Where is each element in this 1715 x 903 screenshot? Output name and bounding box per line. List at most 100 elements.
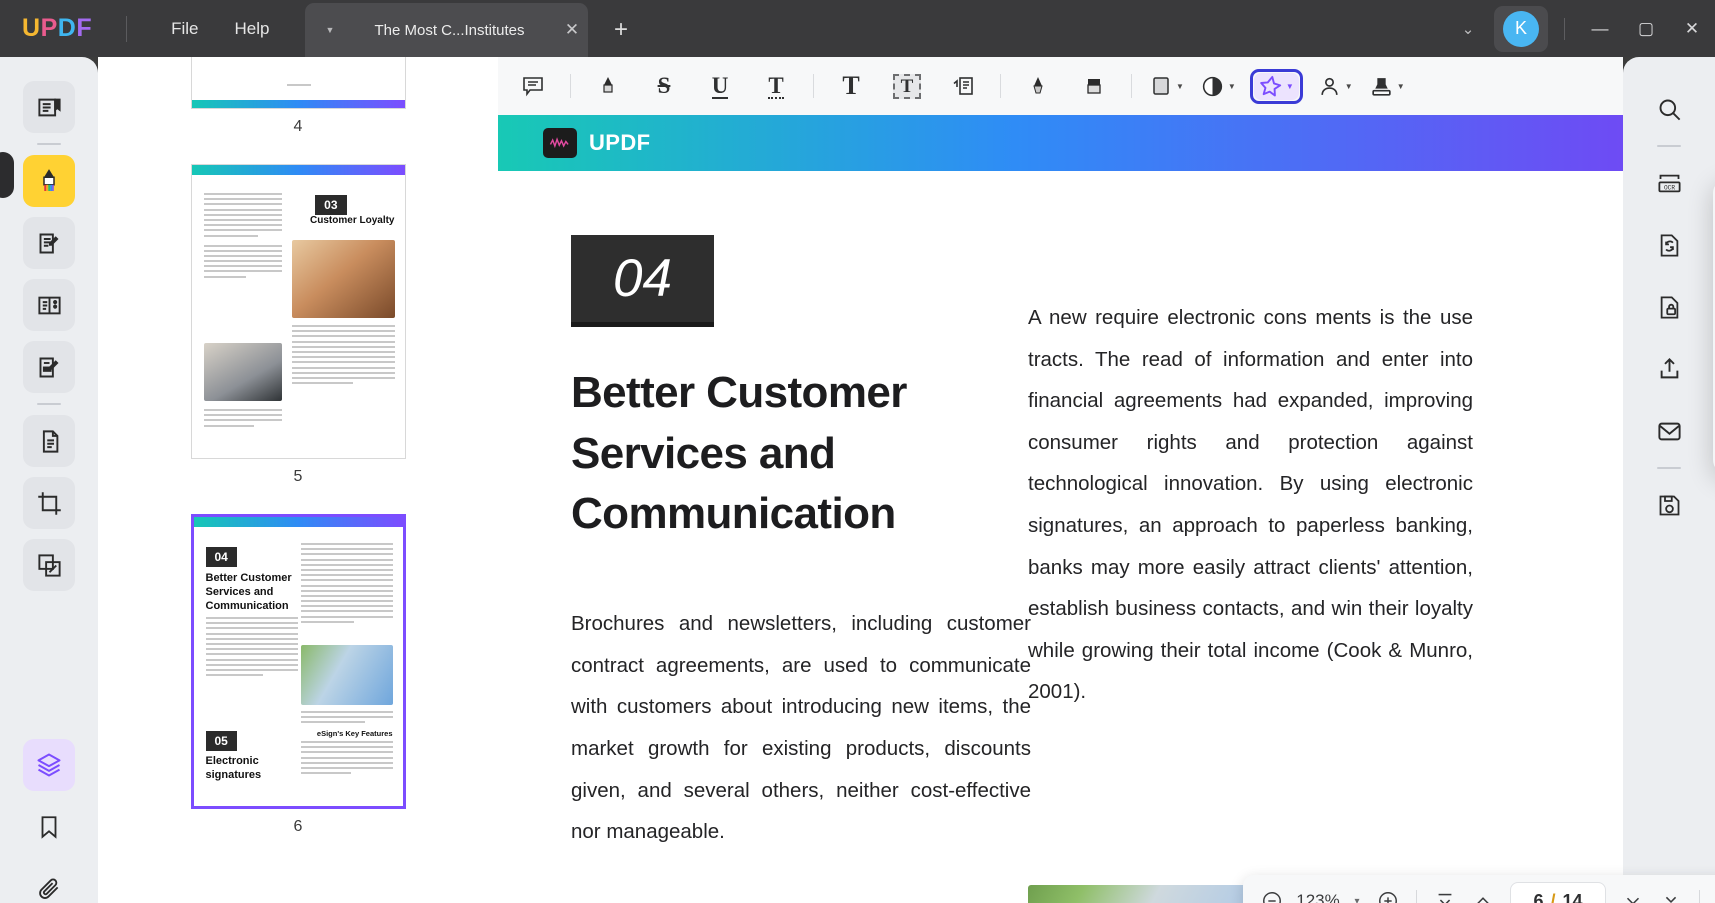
minimize-button[interactable]: —	[1577, 0, 1623, 57]
sidebar-convert[interactable]	[23, 415, 75, 467]
share-button[interactable]	[1643, 343, 1695, 395]
page-number-input[interactable]: 6 / 14	[1510, 882, 1606, 903]
tool-eraser[interactable]	[1071, 66, 1117, 106]
sidebar-crop[interactable]	[23, 477, 75, 529]
pdf-page[interactable]: UPDF 04 Better Customer Services and Com…	[498, 115, 1623, 903]
tool-note[interactable]	[510, 66, 556, 106]
sidebar-reader[interactable]	[23, 81, 75, 133]
right-paragraph: A new require electronic cons ments is t…	[1028, 306, 1473, 704]
first-page-icon	[1438, 893, 1452, 903]
rail-divider-2	[37, 403, 61, 405]
sidebar-attachments[interactable]	[23, 863, 75, 903]
thumbnail-card[interactable]	[190, 57, 406, 109]
document-area: S U T T T ▼ ▼ ▼ ▼ ▼ UPDF 04 Better Custo…	[498, 57, 1715, 903]
chevron-down-icon[interactable]: ▼	[1228, 82, 1236, 91]
envelope-icon	[1657, 422, 1681, 440]
logo-p: P	[40, 14, 58, 42]
tool-stamp[interactable]: ▼	[1253, 72, 1299, 100]
logo-d: D	[57, 14, 77, 42]
rail-divider-1	[37, 143, 61, 145]
sidebar-protect[interactable]	[23, 539, 75, 591]
right-rail-divider-1	[1657, 145, 1681, 147]
page-separator: /	[1550, 890, 1556, 903]
page-left-column: 04 Better Customer Services and Communic…	[571, 235, 1031, 853]
tool-textbox[interactable]: T	[884, 66, 930, 106]
sidebar-annotate[interactable]	[23, 155, 75, 207]
thumbnail-card-selected[interactable]: UPDF 04 Better Customer Services and Com…	[190, 514, 406, 809]
zoom-level[interactable]: 123%	[1291, 891, 1345, 903]
tool-shapes[interactable]: ▼	[1147, 74, 1186, 98]
ocr-button[interactable]: OCR	[1643, 157, 1695, 209]
tool-callout[interactable]	[940, 66, 986, 106]
signature-person-icon	[1321, 77, 1338, 95]
sidebar-collapse-handle[interactable]	[0, 152, 14, 198]
thumbnail-card[interactable]: UPDF 03 Customer Loyalty	[190, 164, 406, 459]
sidebar-form[interactable]	[23, 341, 75, 393]
sidebar-layers[interactable]	[23, 739, 75, 791]
next-page-button[interactable]	[1614, 882, 1652, 903]
close-navbar-button[interactable]: ✕	[1709, 882, 1715, 903]
thumb-text-line	[286, 84, 311, 86]
tool-stamp-person[interactable]: ▼	[1367, 74, 1407, 99]
tool-squiggly[interactable]: T	[753, 66, 799, 106]
zoom-out-icon	[1263, 892, 1281, 903]
paperclip-icon	[39, 878, 59, 899]
convert-button[interactable]	[1643, 219, 1695, 271]
svg-text:OCR: OCR	[1663, 184, 1674, 191]
thumb-section-number-2: 05	[205, 731, 237, 751]
zoom-in-button[interactable]	[1369, 882, 1407, 903]
first-page-button[interactable]	[1426, 882, 1464, 903]
protect-button[interactable]	[1643, 281, 1695, 333]
thumb-body-text	[203, 193, 282, 281]
thumb-body-text-2	[291, 325, 395, 387]
thumb-section-number: 03	[315, 195, 347, 215]
sidebar-organize-pages[interactable]	[23, 279, 75, 331]
tool-signature[interactable]: ▼	[1315, 74, 1355, 99]
thumb-accent-bar	[191, 100, 405, 108]
search-button[interactable]	[1643, 83, 1695, 135]
sidebar-bookmarks[interactable]	[23, 801, 75, 853]
left-sidebar	[0, 57, 98, 903]
new-tab-button[interactable]: +	[605, 14, 637, 46]
tool-stamp-selected[interactable]: ▼	[1249, 68, 1303, 104]
menu-file[interactable]: File	[153, 13, 216, 45]
thumbnail-panel[interactable]: 4 UPDF 03 Customer Loyalty 5 UPDF 04 Bet…	[98, 57, 498, 903]
last-page-button[interactable]	[1652, 882, 1690, 903]
email-button[interactable]	[1643, 405, 1695, 457]
document-tab[interactable]: ▼ The Most C...Institutes ✕	[305, 3, 588, 57]
layers-icon	[37, 753, 61, 777]
tool-text[interactable]: T	[828, 66, 874, 106]
account-button[interactable]: K	[1494, 5, 1548, 52]
chevron-down-icon[interactable]: ⌄	[1446, 9, 1490, 49]
save-as-button[interactable]	[1643, 479, 1695, 531]
chevron-down-icon[interactable]: ▼	[1286, 82, 1294, 91]
zoom-out-button[interactable]	[1253, 882, 1291, 903]
sidebar-edit-pdf[interactable]	[23, 217, 75, 269]
thumbnail-page-5[interactable]: UPDF 03 Customer Loyalty 5	[190, 164, 406, 486]
chevron-down-icon[interactable]: ▼	[1397, 82, 1405, 91]
tool-ink-color[interactable]: ▼	[1198, 74, 1238, 99]
tab-close-icon[interactable]: ✕	[556, 20, 588, 40]
thumbnail-page-6[interactable]: UPDF 04 Better Customer Services and Com…	[190, 514, 406, 836]
chevron-down-icon[interactable]: ▼	[1345, 82, 1353, 91]
menu-help[interactable]: Help	[217, 13, 288, 45]
ocr-icon: OCR	[1657, 174, 1681, 192]
tool-highlight[interactable]	[585, 66, 631, 106]
previous-page-button[interactable]	[1464, 882, 1502, 903]
tool-underline[interactable]: U	[697, 66, 743, 106]
toolbar-divider-3	[1000, 74, 1001, 98]
tool-pencil[interactable]	[1015, 66, 1061, 106]
rectangle-shape-icon	[1153, 77, 1169, 95]
zoom-dropdown-caret-icon[interactable]: ▾	[1345, 882, 1369, 903]
color-circle-icon	[1202, 76, 1223, 96]
chevron-down-icon[interactable]: ▼	[1176, 82, 1184, 91]
next-page-icon	[1626, 897, 1640, 903]
maximize-button[interactable]: ▢	[1623, 0, 1669, 57]
close-window-button[interactable]: ✕	[1669, 0, 1715, 57]
thumb-body-text-4	[300, 741, 393, 777]
last-page-icon	[1665, 896, 1677, 903]
tool-strikethrough[interactable]: S	[641, 66, 687, 106]
thumbnail-page-4[interactable]: 4	[190, 57, 406, 136]
title-bar: U P D F File Help ▼ The Most C...Institu…	[0, 0, 1715, 57]
tab-dropdown-caret-icon[interactable]: ▼	[317, 25, 343, 35]
